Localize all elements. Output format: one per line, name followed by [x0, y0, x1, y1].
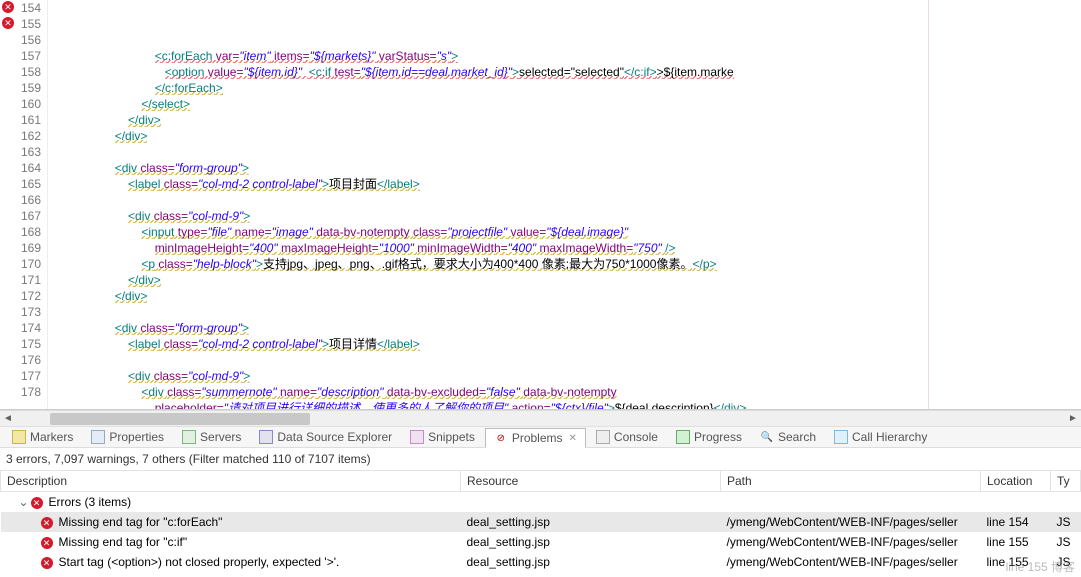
code-area[interactable]: <c:forEach var="item" items="${markets}"… — [48, 0, 1081, 409]
problems-icon: ⊘ — [494, 431, 508, 445]
tab-problems[interactable]: ⊘ Problems ✕ — [485, 428, 586, 448]
tab-label: Snippets — [428, 430, 475, 444]
tab-label: Search — [778, 430, 816, 444]
line-number-gutter: 154✕155✕15615715815916016116216316416516… — [0, 0, 48, 409]
problem-row[interactable]: ✕ Missing end tag for "c:if" deal_setting.… — [1, 532, 1081, 552]
col-description[interactable]: Description — [1, 471, 461, 492]
cell-type: JS — [1051, 512, 1081, 532]
code-line[interactable]: </div> — [48, 128, 1081, 144]
close-icon[interactable]: ✕ — [569, 433, 577, 444]
tab-servers[interactable]: Servers — [174, 428, 249, 446]
code-line[interactable]: <div class="form-group"> — [48, 160, 1081, 176]
tab-console[interactable]: Console — [588, 428, 666, 446]
problem-description: Start tag (<option>) not closed properly… — [59, 555, 340, 569]
code-line[interactable]: <div class="summernote" name="descriptio… — [48, 384, 1081, 400]
code-line[interactable]: <div class="col-md-9"> — [48, 208, 1081, 224]
error-marker-icon: ✕ — [2, 17, 14, 29]
cell-type: JS — [1051, 532, 1081, 552]
tab-label: Call Hierarchy — [852, 430, 927, 444]
search-icon: 🔍 — [760, 430, 774, 444]
tab-markers[interactable]: Markers — [4, 428, 81, 446]
errors-group-row[interactable]: ⌄✕ Errors (3 items) — [1, 492, 1081, 513]
problem-row[interactable]: ✕ Missing end tag for "c:forEach" deal_set… — [1, 512, 1081, 532]
problems-header-row: Description Resource Path Location Ty — [1, 471, 1081, 492]
print-margin — [928, 0, 929, 409]
error-marker-icon: ✕ — [2, 1, 14, 13]
code-line[interactable]: </div> — [48, 288, 1081, 304]
console-icon — [596, 430, 610, 444]
tab-snippets[interactable]: Snippets — [402, 428, 483, 446]
cell-res: deal_setting.jsp — [461, 532, 721, 552]
code-line[interactable]: <div class="form-group"> — [48, 320, 1081, 336]
code-line[interactable]: <input type="file" name="image" data-bv-… — [48, 224, 1081, 240]
cell-path: /ymeng/WebContent/WEB-INF/pages/seller — [721, 512, 981, 532]
code-line[interactable]: <label class="col-md-2 control-label">项目… — [48, 336, 1081, 352]
code-line[interactable]: </div> — [48, 272, 1081, 288]
views-tab-bar: Markers Properties Servers Data Source E… — [0, 426, 1081, 448]
code-line[interactable] — [48, 144, 1081, 160]
cell-loc: line 154 — [981, 512, 1051, 532]
tab-label: Servers — [200, 430, 241, 444]
code-line[interactable]: minImageHeight="400" maxImageHeight="100… — [48, 240, 1081, 256]
code-line[interactable]: placeholder="请对项目进行详细的描述，使更多的人了解你的项目" ac… — [48, 400, 1081, 409]
tab-label: Markers — [30, 430, 73, 444]
data-source-explorer-icon — [259, 430, 273, 444]
expand-icon[interactable]: ⌄ — [19, 495, 29, 509]
markers-icon — [12, 430, 26, 444]
group-label: Errors (3 items) — [49, 495, 132, 509]
scroll-right-arrow[interactable]: ► — [1065, 411, 1081, 427]
error-icon: ✕ — [41, 557, 53, 569]
problems-table[interactable]: Description Resource Path Location Ty ⌄✕… — [0, 470, 1081, 572]
error-icon: ✕ — [41, 537, 53, 549]
error-icon: ✕ — [41, 517, 53, 529]
cell-type: JS — [1051, 552, 1081, 572]
error-icon: ✕ — [31, 497, 43, 509]
tab-label: Properties — [109, 430, 164, 444]
tab-data-source-explorer[interactable]: Data Source Explorer — [251, 428, 400, 446]
snippets-icon — [410, 430, 424, 444]
code-line[interactable] — [48, 352, 1081, 368]
code-line[interactable] — [48, 192, 1081, 208]
tab-label: Progress — [694, 430, 742, 444]
col-path[interactable]: Path — [721, 471, 981, 492]
servers-icon — [182, 430, 196, 444]
cell-res: deal_setting.jsp — [461, 552, 721, 572]
cell-loc: line 155 — [981, 532, 1051, 552]
code-line[interactable]: </select> — [48, 96, 1081, 112]
problems-summary: 3 errors, 7,097 warnings, 7 others (Filt… — [0, 448, 1081, 470]
code-line[interactable]: <option value="${item.id}" <c:if test="$… — [48, 64, 1081, 80]
tab-call-hierarchy[interactable]: Call Hierarchy — [826, 428, 935, 446]
code-line[interactable] — [48, 304, 1081, 320]
code-line[interactable]: <c:forEach var="item" items="${markets}"… — [48, 48, 1081, 64]
code-line[interactable]: </c:forEach> — [48, 80, 1081, 96]
cell-res: deal_setting.jsp — [461, 512, 721, 532]
col-location[interactable]: Location — [981, 471, 1051, 492]
code-line[interactable]: </div> — [48, 112, 1081, 128]
problem-row[interactable]: ✕ Start tag (<option>) not closed properl… — [1, 552, 1081, 572]
tab-search[interactable]: 🔍 Search — [752, 428, 824, 446]
horizontal-scrollbar[interactable]: ◄ ► — [0, 410, 1081, 426]
col-resource[interactable]: Resource — [461, 471, 721, 492]
tab-properties[interactable]: Properties — [83, 428, 172, 446]
scroll-thumb[interactable] — [50, 413, 310, 425]
progress-icon — [676, 430, 690, 444]
tab-label: Console — [614, 430, 658, 444]
problem-description: Missing end tag for "c:if" — [59, 535, 188, 549]
code-line[interactable]: <p class="help-block">支持jpg、jpeg、png、.gi… — [48, 256, 1081, 272]
code-line[interactable]: <label class="col-md-2 control-label">项目… — [48, 176, 1081, 192]
tab-progress[interactable]: Progress — [668, 428, 750, 446]
tab-label: Problems — [512, 431, 563, 445]
code-editor[interactable]: 154✕155✕15615715815916016116216316416516… — [0, 0, 1081, 410]
scroll-left-arrow[interactable]: ◄ — [0, 411, 16, 427]
properties-icon — [91, 430, 105, 444]
cell-loc: line 155 — [981, 552, 1051, 572]
cell-path: /ymeng/WebContent/WEB-INF/pages/seller — [721, 552, 981, 572]
col-type[interactable]: Ty — [1051, 471, 1081, 492]
call-hierarchy-icon — [834, 430, 848, 444]
code-line[interactable]: <div class="col-md-9"> — [48, 368, 1081, 384]
problem-description: Missing end tag for "c:forEach" — [59, 515, 223, 529]
cell-path: /ymeng/WebContent/WEB-INF/pages/seller — [721, 532, 981, 552]
tab-label: Data Source Explorer — [277, 430, 392, 444]
